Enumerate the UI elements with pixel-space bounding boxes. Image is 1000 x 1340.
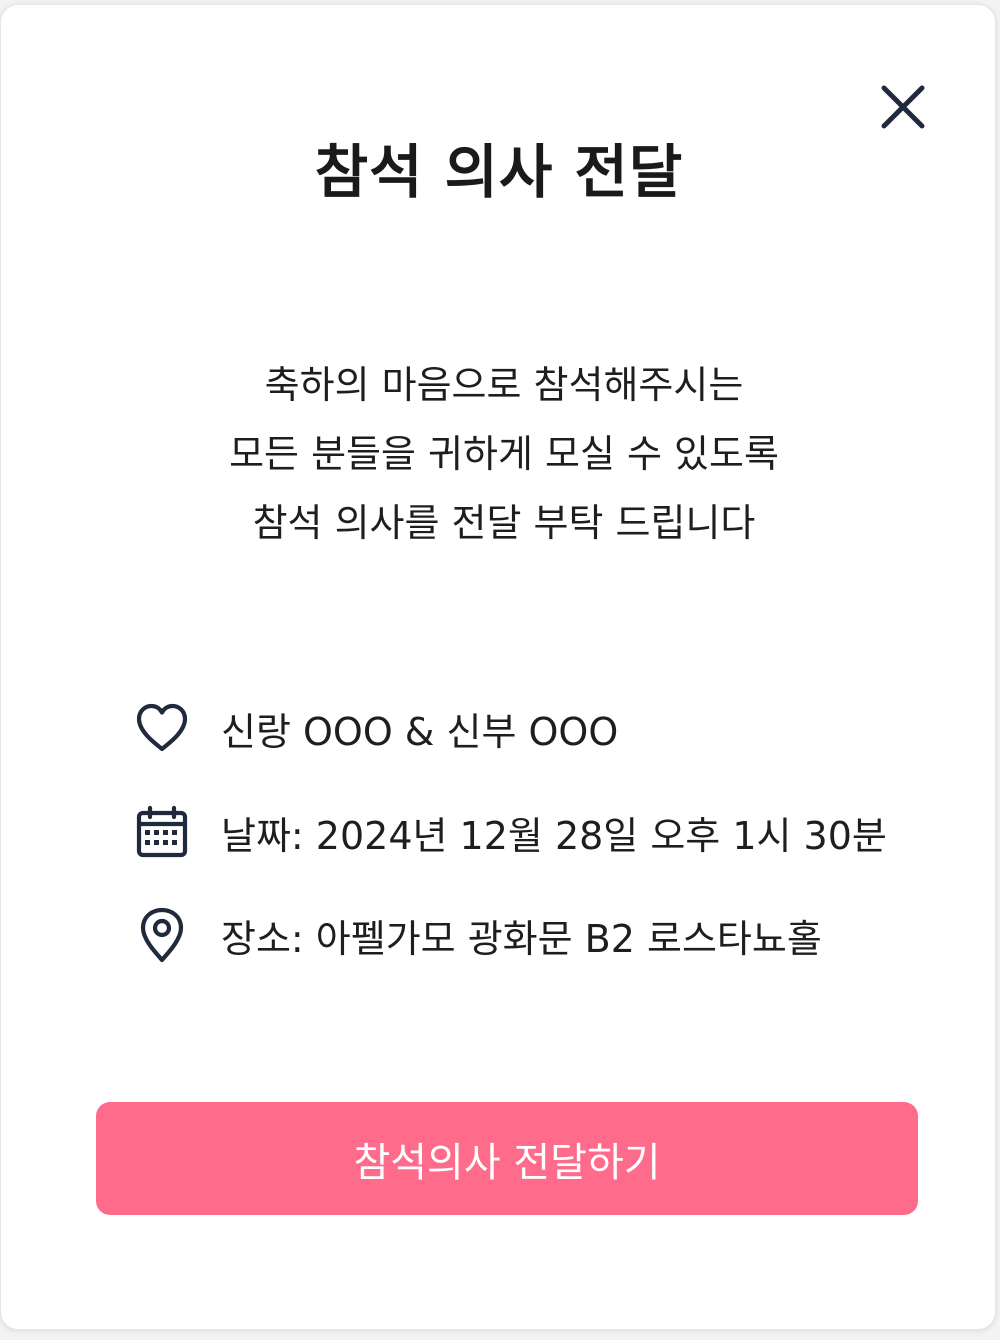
invitation-message: 축하의 마음으로 참석해주시는 모든 분들을 귀하게 모실 수 있도록 참석 의…	[1, 351, 1000, 558]
message-line: 참석 의사를 전달 부탁 드립니다	[252, 501, 756, 545]
heart-icon	[133, 699, 191, 757]
location-pin-icon	[133, 906, 191, 964]
event-date: 날짜: 2024년 12월 28일 오후 1시 30분	[221, 813, 887, 858]
couple-names: 신랑 OOO & 신부 OOO	[221, 709, 619, 754]
modal-title: 참석 의사 전달	[314, 138, 684, 206]
calendar-icon	[133, 803, 191, 861]
submit-attendance-button[interactable]: 참석의사 전달하기	[96, 1102, 918, 1215]
place-row: 장소: 아펠가모 광화문 B2 로스타뇨홀	[133, 905, 822, 965]
couple-row: 신랑 OOO & 신부 OOO	[133, 698, 618, 758]
attendance-modal: 참석 의사 전달 축하의 마음으로 참석해주시는 모든 분들을 귀하게 모실 수…	[0, 4, 996, 1330]
close-icon	[881, 85, 925, 129]
date-row: 날짜: 2024년 12월 28일 오후 1시 30분	[133, 802, 887, 862]
message-line: 축하의 마음으로 참석해주시는	[264, 363, 744, 407]
event-place: 장소: 아펠가모 광화문 B2 로스타뇨홀	[221, 916, 822, 961]
message-line: 모든 분들을 귀하게 모실 수 있도록	[229, 432, 779, 476]
